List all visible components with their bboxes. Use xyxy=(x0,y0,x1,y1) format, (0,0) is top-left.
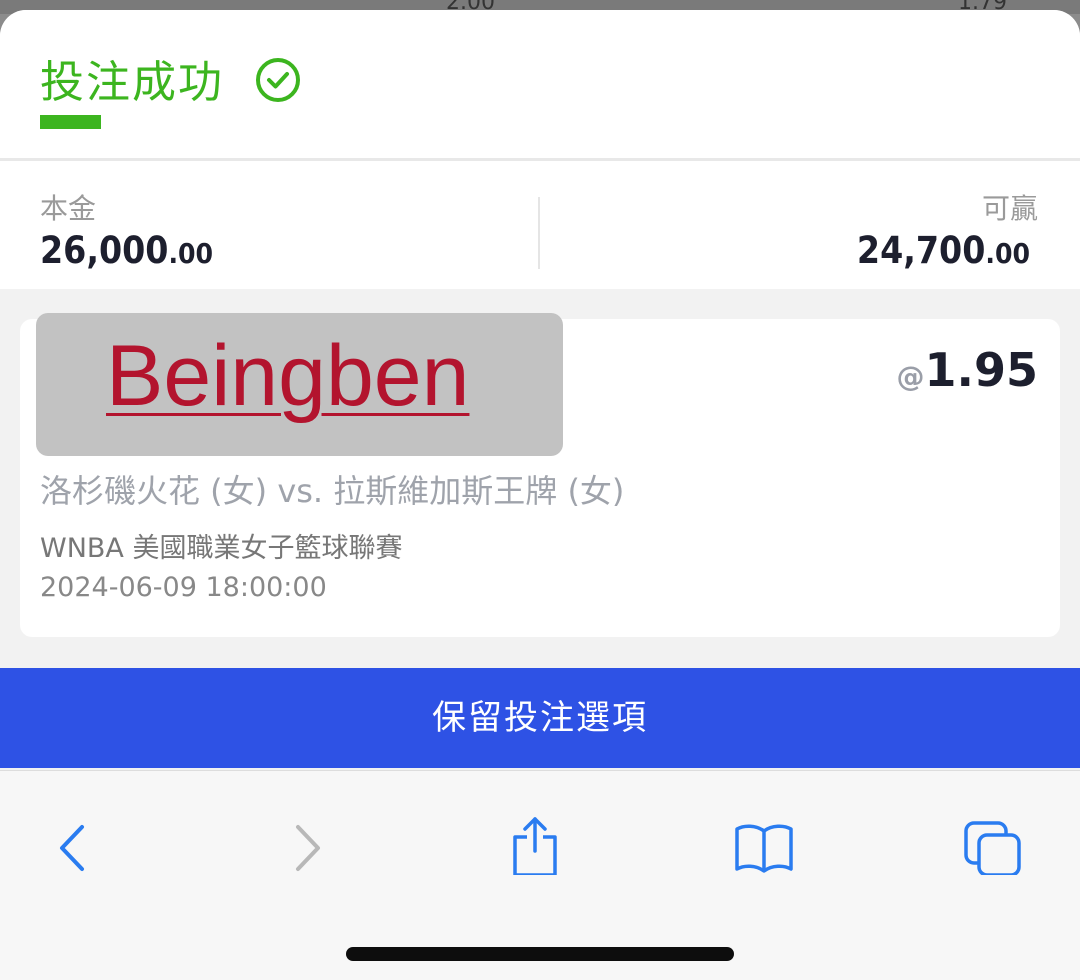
odds-prefix: @ xyxy=(896,360,925,393)
match-datetime: 2024-06-09 18:00:00 xyxy=(40,572,327,603)
title-underline xyxy=(40,115,101,129)
back-button[interactable] xyxy=(44,815,104,875)
stake-value: 26,000.00 xyxy=(40,229,213,272)
amounts-divider xyxy=(538,197,540,269)
home-indicator xyxy=(346,947,734,961)
keep-selections-button[interactable]: 保留投注選項 xyxy=(0,668,1080,768)
share-icon xyxy=(513,817,557,877)
potential-win-value: 24,700.00 xyxy=(857,229,1030,272)
share-button[interactable] xyxy=(505,815,565,877)
stake-cents: .00 xyxy=(168,237,214,270)
browser-toolbar xyxy=(0,770,1080,980)
sheet-header: 投注成功 xyxy=(0,10,1080,161)
tabs-icon xyxy=(964,821,1021,877)
book-icon xyxy=(735,824,793,873)
amounts-panel: 本金 26,000.00 可贏 24,700.00 xyxy=(0,161,1080,289)
potential-win-cents: .00 xyxy=(985,237,1030,270)
watermark-logo: Beingben xyxy=(36,313,563,456)
forward-button[interactable] xyxy=(280,815,340,875)
odds-value: 1.95 xyxy=(924,343,1039,397)
watermark-logo-text: Beingben xyxy=(106,328,470,424)
stake-amount: 26,000 xyxy=(40,229,169,272)
tabs-button[interactable] xyxy=(963,815,1023,877)
chevron-left-icon xyxy=(60,825,84,871)
page-title: 投注成功 xyxy=(40,57,224,108)
potential-win-label: 可贏 xyxy=(981,192,1038,225)
bet-success-sheet: 投注成功 本金 26,000.00 可贏 24,700.00 Beingben … xyxy=(0,10,1080,980)
match-title: 洛杉磯火花 (女) vs. 拉斯維加斯王牌 (女) xyxy=(40,472,625,510)
chevron-right-icon xyxy=(296,825,320,871)
stake-label: 本金 xyxy=(40,192,97,225)
check-circle-icon xyxy=(256,58,300,102)
bet-card: Beingben @1.95 洛杉磯火花 (女) vs. 拉斯維加斯王牌 (女)… xyxy=(20,313,1060,637)
potential-win-amount: 24,700 xyxy=(856,229,986,272)
bookmarks-button[interactable] xyxy=(734,815,794,875)
odds: @1.95 xyxy=(897,343,1039,397)
league-name: WNBA 美國職業女子籃球聯賽 xyxy=(40,533,403,564)
